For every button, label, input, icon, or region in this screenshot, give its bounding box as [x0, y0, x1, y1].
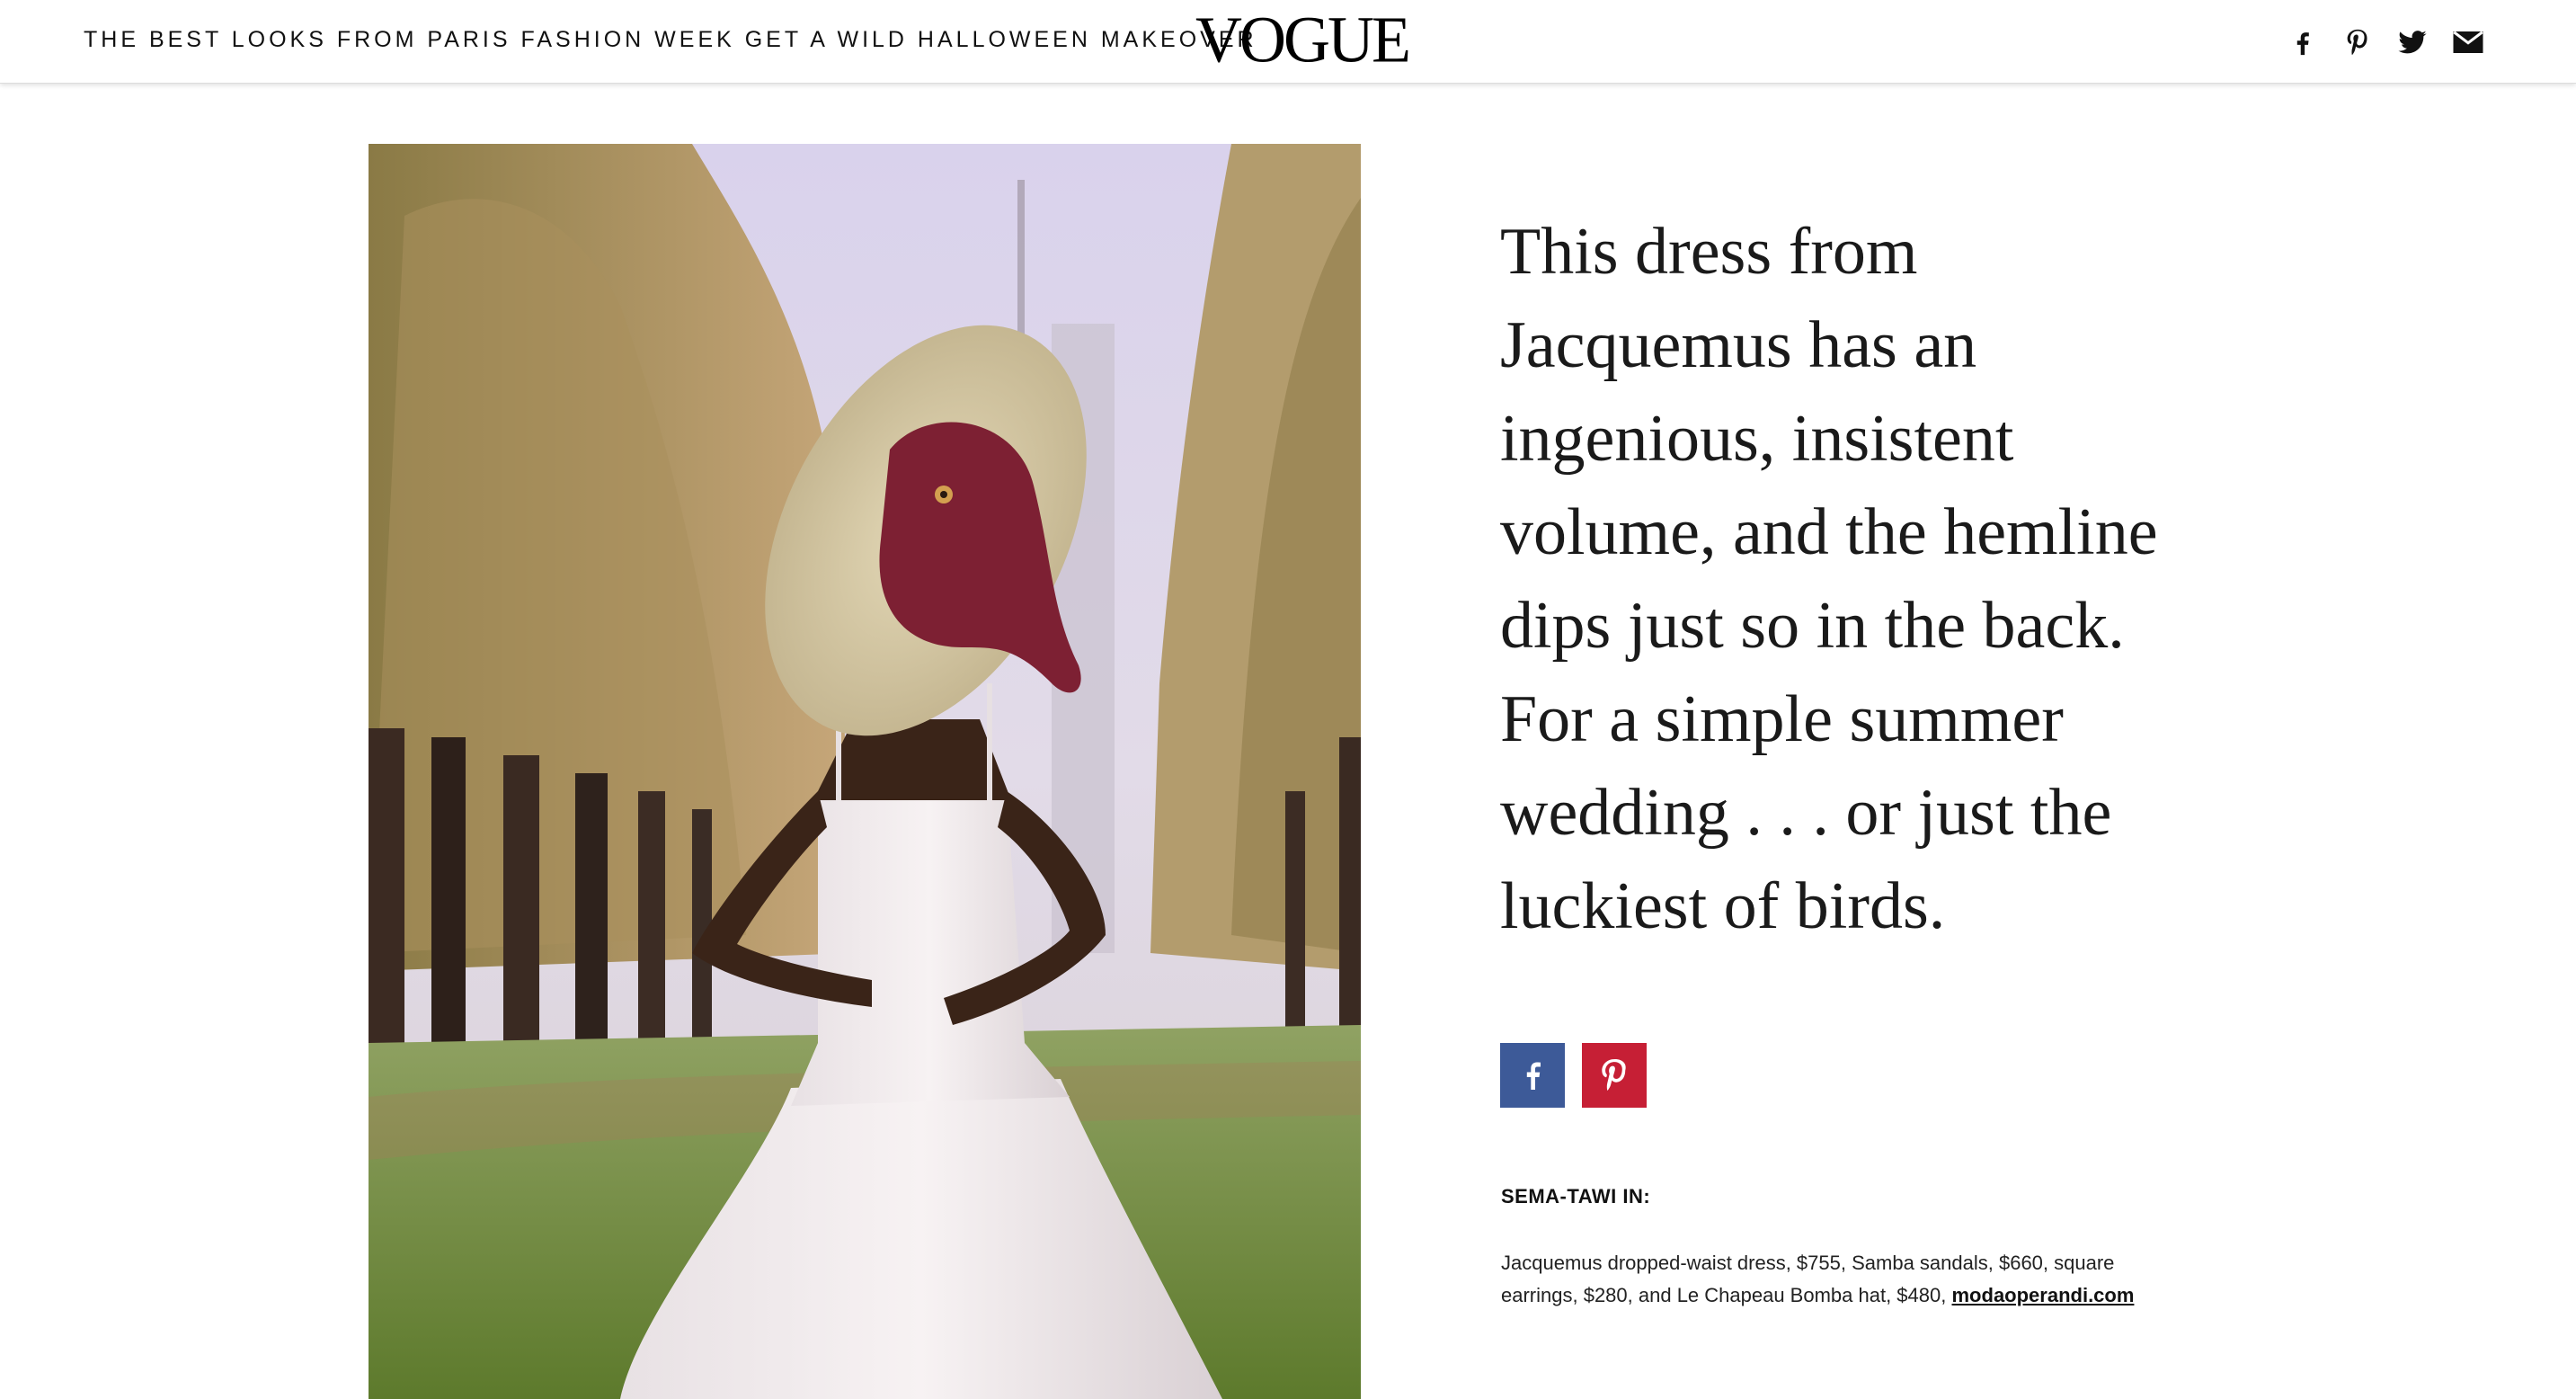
facebook-icon[interactable] [2287, 27, 2318, 58]
article-caption: This dress from Jacquemus has an ingenio… [1500, 215, 2158, 943]
vogue-logo[interactable]: VOGUE [1195, 6, 1411, 72]
facebook-share-button[interactable] [1500, 1043, 1565, 1108]
retailer-link[interactable]: modaoperandi.com [1952, 1284, 2135, 1306]
credits-text: Jacquemus dropped-waist dress, $755, Sam… [1501, 1247, 2184, 1312]
mail-icon[interactable] [2452, 29, 2484, 56]
article-photo [369, 144, 1361, 1399]
top-navigation-bar: THE BEST LOOKS FROM PARIS FASHION WEEK G… [0, 0, 2576, 84]
photo-illustration [369, 144, 1361, 1399]
twitter-icon[interactable] [2396, 27, 2429, 58]
pinterest-share-button[interactable] [1582, 1043, 1647, 1108]
article-title[interactable]: THE BEST LOOKS FROM PARIS FASHION WEEK G… [84, 27, 1257, 53]
pinterest-icon[interactable] [2342, 27, 2373, 58]
credits-heading: SEMA-TAWI IN: [1501, 1185, 1651, 1207]
